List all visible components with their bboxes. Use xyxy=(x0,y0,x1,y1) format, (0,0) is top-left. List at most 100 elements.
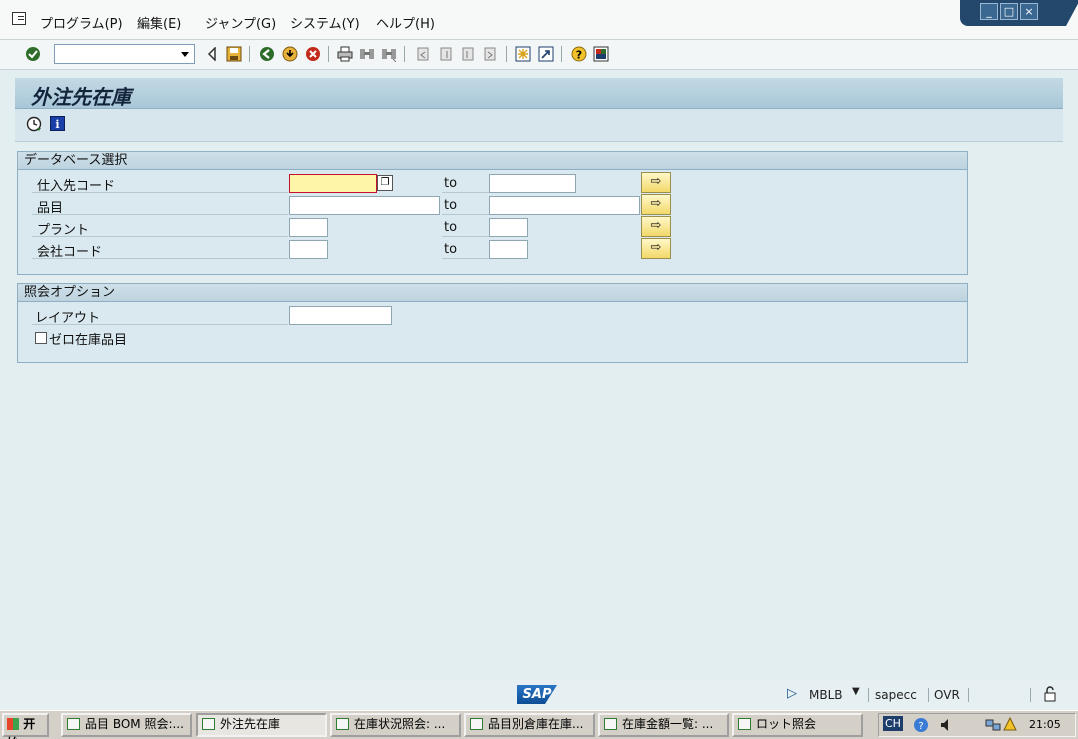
task-stock-value[interactable]: 在庫金額一覧: ... xyxy=(598,713,729,737)
menu-help[interactable]: ヘルプ(H) xyxy=(376,13,435,32)
task-batch[interactable]: ロット照会 xyxy=(732,713,863,737)
back-icon[interactable] xyxy=(258,45,275,62)
toolbar-separator xyxy=(328,46,329,62)
task-label: 在庫金額一覧: ... xyxy=(622,717,714,731)
application-toolbar: i xyxy=(15,109,1063,142)
close-button[interactable]: × xyxy=(1020,3,1038,20)
menu-system[interactable]: システム(Y) xyxy=(290,13,360,32)
next-page-icon xyxy=(459,45,476,62)
group-options-title: 照会オプション xyxy=(18,284,967,302)
find-next-icon xyxy=(380,45,397,62)
sap-window-icon xyxy=(604,718,617,730)
new-session-icon[interactable] xyxy=(514,45,531,62)
sap-window-icon xyxy=(67,718,80,730)
sap-window-icon xyxy=(738,718,751,730)
toolbar-separator xyxy=(561,46,562,62)
clock: 21:05 xyxy=(1029,718,1061,731)
task-label: 在庫状況照会: ... xyxy=(354,717,446,731)
row-underline xyxy=(32,236,288,237)
svg-text:?: ? xyxy=(575,48,581,61)
page-title: 外注先在庫 xyxy=(31,85,131,109)
company-code-multiselect-button[interactable]: ⇨ xyxy=(641,238,671,259)
zero-stock-label: ゼロ在庫品目 xyxy=(49,333,128,348)
material-multiselect-button[interactable]: ⇨ xyxy=(641,194,671,215)
help-icon[interactable]: ? xyxy=(570,45,587,62)
plant-to-input[interactable] xyxy=(489,218,528,237)
material-to-input[interactable] xyxy=(489,196,640,215)
info-icon[interactable]: i xyxy=(49,115,66,132)
status-separator xyxy=(1030,688,1031,702)
exit-icon[interactable] xyxy=(281,45,298,62)
print-icon[interactable] xyxy=(336,45,353,62)
window-controls: _ □ × xyxy=(960,0,1078,26)
warning-icon[interactable] xyxy=(1003,716,1017,734)
task-label: 外注先在庫 xyxy=(220,717,281,731)
sap-logo: SAP xyxy=(517,685,557,704)
plant-from-input[interactable] xyxy=(289,218,328,237)
layout-menu-icon[interactable] xyxy=(592,45,609,62)
row-underline xyxy=(32,324,288,325)
chevron-down-icon[interactable]: ▼ xyxy=(852,686,860,697)
task-bom[interactable]: 品目 BOM 照会:... xyxy=(61,713,192,737)
lock-icon[interactable] xyxy=(1041,685,1058,702)
task-label: 品目 BOM 照会:... xyxy=(85,717,184,731)
group-database-selection: データベース選択 仕入先コード ❐ to ⇨ 品目 to ⇨ プラント to ⇨… xyxy=(17,151,968,275)
task-label: ロット照会 xyxy=(756,717,817,731)
row-underline xyxy=(442,214,489,215)
collapse-arrow-icon[interactable] xyxy=(203,45,220,62)
row-underline xyxy=(32,214,288,215)
command-input[interactable] xyxy=(55,45,175,63)
speaker-icon[interactable] xyxy=(939,717,951,736)
maximize-button[interactable]: □ xyxy=(1000,3,1018,20)
task-vendor-stock[interactable]: 外注先在庫 xyxy=(196,713,327,737)
vendor-code-to-input[interactable] xyxy=(489,174,576,193)
zero-stock-checkbox[interactable] xyxy=(35,332,47,344)
chevron-down-icon[interactable] xyxy=(181,52,189,57)
company-code-from-input[interactable] xyxy=(289,240,328,259)
previous-page-icon xyxy=(437,45,454,62)
windows-logo-icon xyxy=(7,718,19,730)
toolbar-separator xyxy=(249,46,250,62)
network-icon[interactable] xyxy=(985,717,1001,736)
enter-check-icon[interactable] xyxy=(24,45,41,62)
sap-window-icon xyxy=(336,718,349,730)
main-screen: 外注先在庫 i データベース選択 仕入先コード ❐ to ⇨ 品目 to ⇨ プ… xyxy=(13,78,1065,678)
command-field[interactable] xyxy=(54,44,195,64)
row-underline xyxy=(32,258,288,259)
input-language-icon[interactable]: CH xyxy=(883,716,903,731)
vendor-code-from-input[interactable] xyxy=(289,174,377,193)
vendor-code-multiselect-button[interactable]: ⇨ xyxy=(641,172,671,193)
server-name: sapecc xyxy=(875,688,917,702)
company-code-to-label: to xyxy=(444,242,458,257)
material-to-label: to xyxy=(444,198,458,213)
menu-edit[interactable]: 編集(E) xyxy=(137,13,181,32)
row-underline xyxy=(442,236,489,237)
shortcut-icon[interactable] xyxy=(537,45,554,62)
task-stock-status[interactable]: 在庫状況照会: ... xyxy=(330,713,461,737)
multiple-selection-icon[interactable]: ❐ xyxy=(377,175,393,191)
toolbar-separator xyxy=(506,46,507,62)
title-bar: 外注先在庫 xyxy=(15,78,1063,109)
company-code-to-input[interactable] xyxy=(489,240,528,259)
first-page-icon xyxy=(414,45,431,62)
group-display-options: 照会オプション レイアウト ゼロ在庫品目 xyxy=(17,283,968,363)
plant-multiselect-button[interactable]: ⇨ xyxy=(641,216,671,237)
menu-program[interactable]: プログラム(P) xyxy=(40,13,123,32)
svg-text:?: ? xyxy=(918,721,923,732)
group-database-title: データベース選択 xyxy=(18,152,967,170)
save-icon[interactable] xyxy=(225,45,242,62)
sap-window-icon xyxy=(470,718,483,730)
material-from-input[interactable] xyxy=(289,196,440,215)
execute-clock-icon[interactable] xyxy=(25,115,42,132)
status-expand-icon[interactable]: ▷ xyxy=(787,686,797,701)
cancel-icon[interactable] xyxy=(304,45,321,62)
status-separator xyxy=(968,688,969,702)
minimize-button[interactable]: _ xyxy=(980,3,998,20)
layout-input[interactable] xyxy=(289,306,392,325)
system-menu-icon[interactable] xyxy=(12,12,26,25)
ime-icon[interactable]: ? xyxy=(913,717,929,736)
start-button[interactable]: 开始 xyxy=(2,713,49,739)
menubar: プログラム(P) 編集(E) ジャンプ(G) システム(Y) ヘルプ(H) _ … xyxy=(0,0,1078,40)
task-warehouse-stock[interactable]: 品目別倉庫在庫... xyxy=(464,713,595,737)
menu-jump[interactable]: ジャンプ(G) xyxy=(205,13,276,32)
